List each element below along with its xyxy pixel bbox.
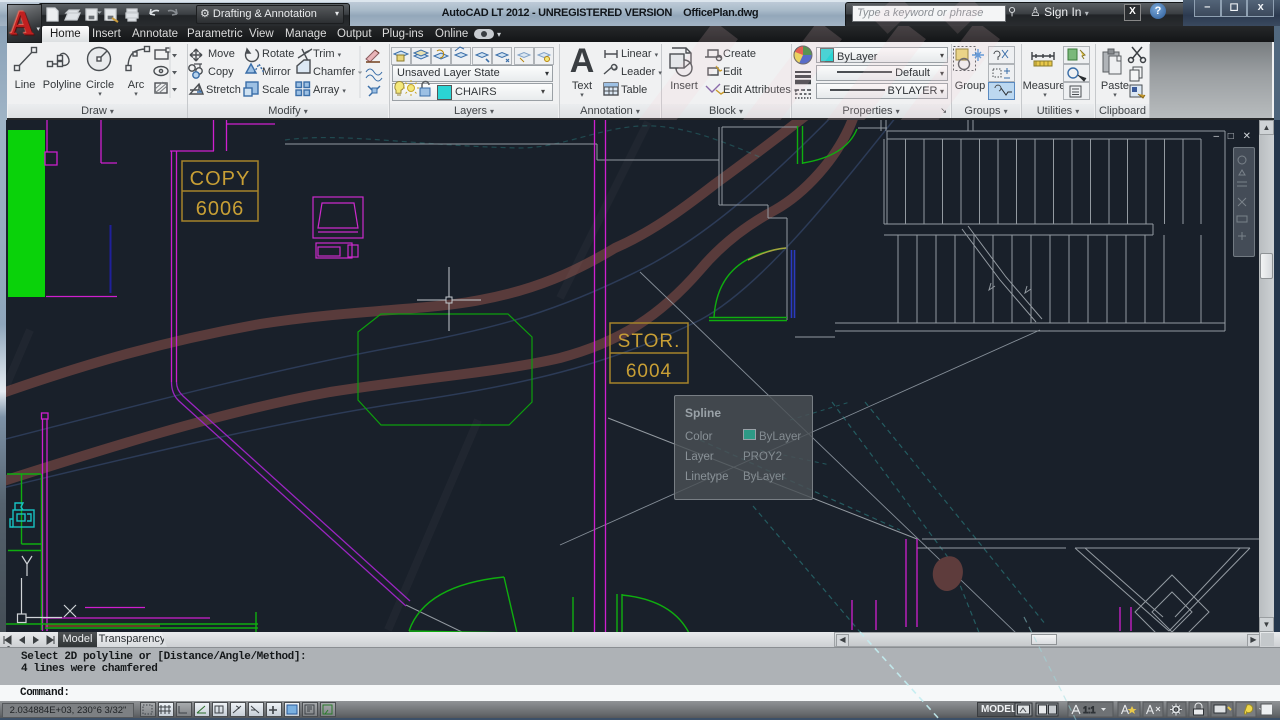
svg-text:6006: 6006 <box>196 198 245 220</box>
svg-text:6004: 6004 <box>626 361 672 382</box>
svg-text:1:1: 1:1 <box>1083 705 1096 715</box>
svg-text:STOR.: STOR. <box>618 331 681 352</box>
svg-text:COPY: COPY <box>190 168 251 190</box>
